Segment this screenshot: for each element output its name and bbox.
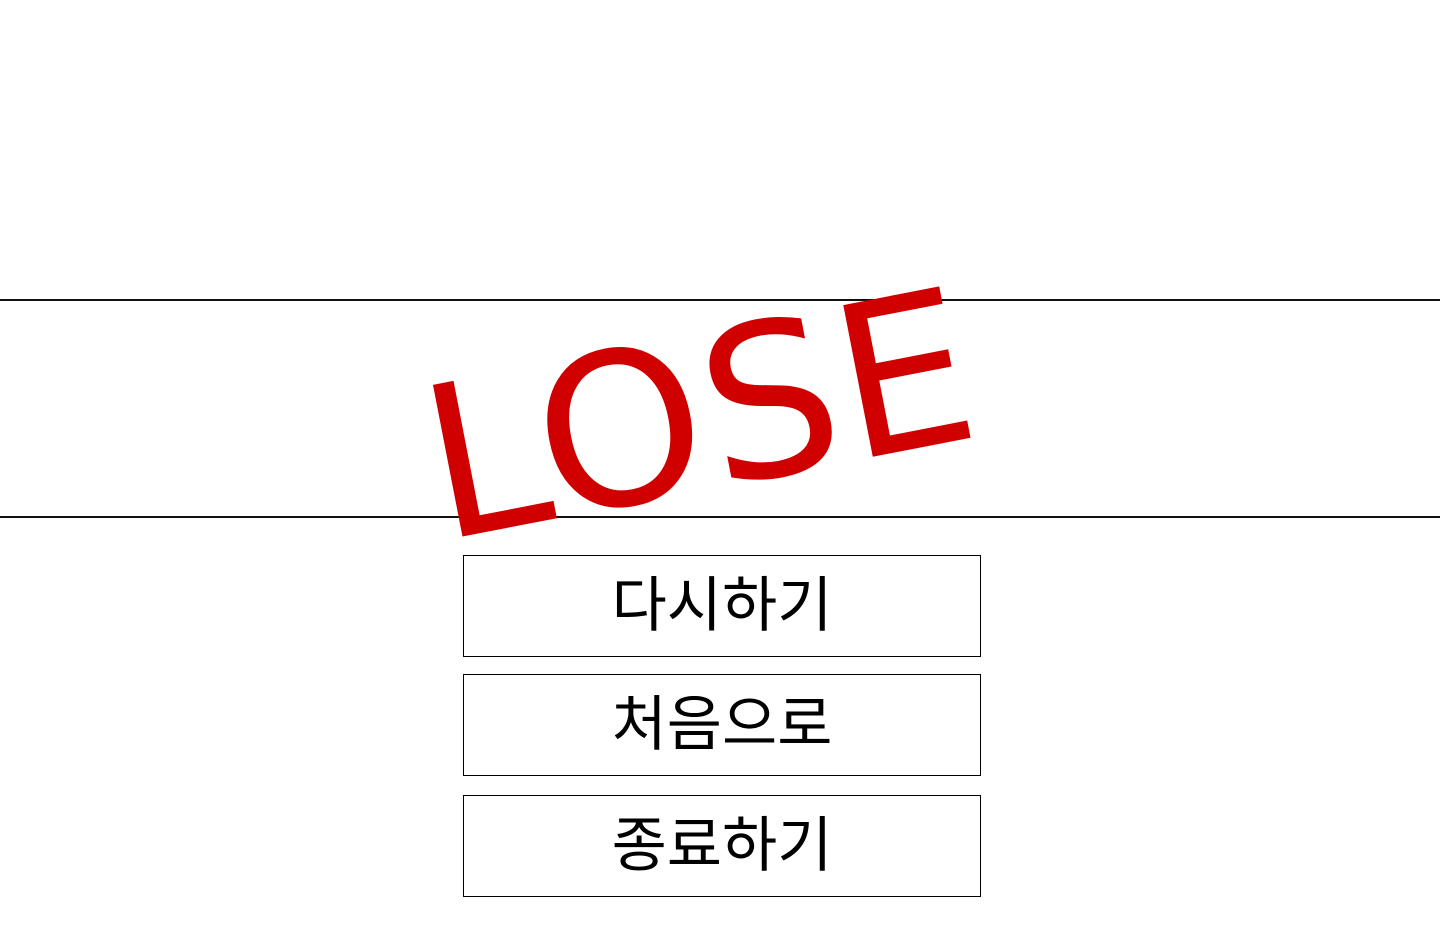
home-button-label: 처음으로 bbox=[611, 690, 833, 760]
retry-button-label: 다시하기 bbox=[611, 571, 833, 641]
quit-button-label: 종료하기 bbox=[611, 811, 833, 881]
lose-title: LOSE bbox=[404, 241, 996, 590]
quit-button[interactable]: 종료하기 bbox=[463, 795, 981, 897]
home-button[interactable]: 처음으로 bbox=[463, 674, 981, 776]
